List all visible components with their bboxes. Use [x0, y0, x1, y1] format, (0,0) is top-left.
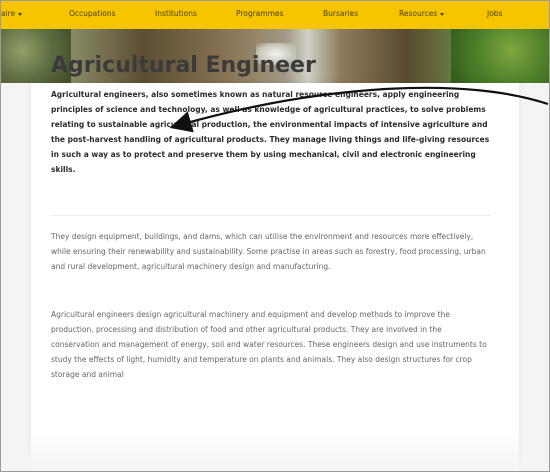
nav-item-jobs[interactable]: Jobs	[487, 9, 502, 18]
nav-item-programmes[interactable]: Programmes	[236, 9, 283, 18]
nav-item-resources[interactable]: Resources	[399, 9, 445, 18]
page-title: Agricultural Engineer	[51, 53, 316, 78]
section-divider	[51, 215, 491, 216]
bottom-fade-overlay	[1, 431, 549, 471]
nav-item-questionnaire[interactable]: aire	[1, 9, 23, 18]
hero-foliage-right	[451, 29, 549, 83]
nav-item-bursaries[interactable]: Bursaries	[323, 9, 358, 18]
chevron-down-icon	[440, 12, 445, 16]
nav-item-institutions[interactable]: Institutions	[155, 9, 197, 18]
top-navigation-bar: aire Occupations Institutions Programmes…	[1, 1, 549, 29]
chevron-down-icon	[18, 12, 23, 16]
body-paragraph: They design equipment, buildings, and da…	[51, 232, 486, 271]
body-paragraph: Agricultural engineers design agricultur…	[51, 310, 487, 379]
browser-viewport: aire Occupations Institutions Programmes…	[0, 0, 550, 472]
nav-item-occupations[interactable]: Occupations	[69, 9, 116, 18]
lead-paragraph: Agricultural engineers, also sometimes k…	[51, 90, 490, 174]
